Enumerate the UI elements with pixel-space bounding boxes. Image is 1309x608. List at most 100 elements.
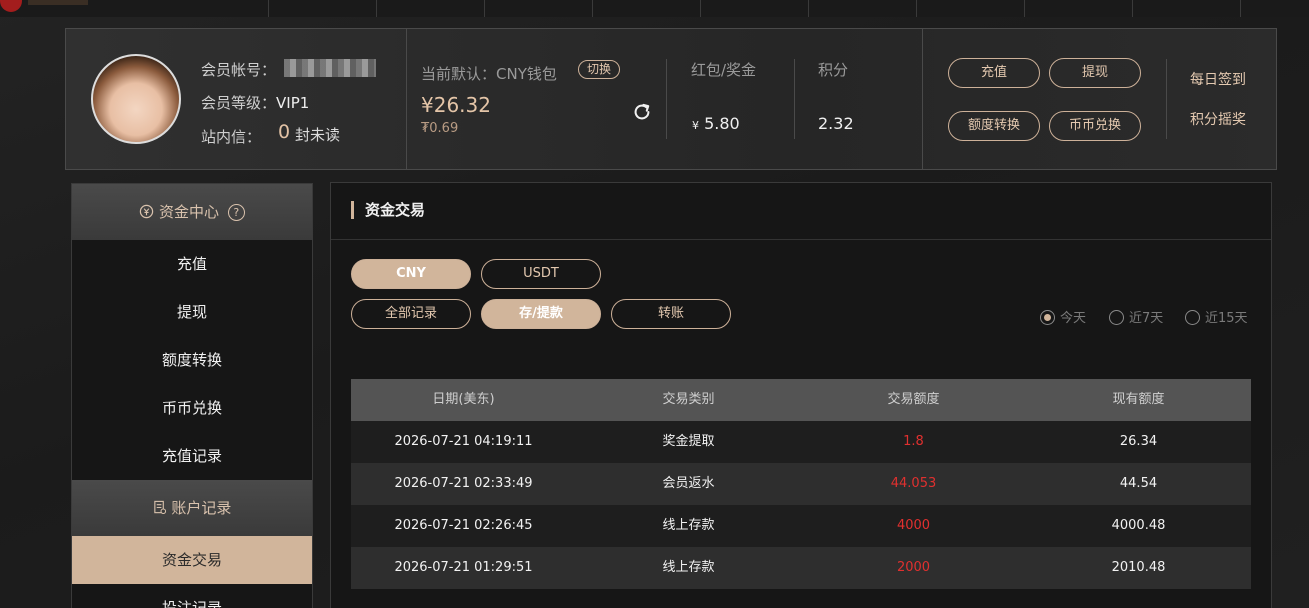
table-row: 2026-07-21 04:19:11 奖金提取 1.8 26.34 — [351, 421, 1251, 463]
cell-type: 奖金提取 — [662, 434, 715, 449]
divider — [922, 29, 923, 169]
range-today-label: 今天 — [1060, 311, 1087, 326]
cell-type: 线上存款 — [662, 560, 715, 575]
sidebar-item-bet-records[interactable]: 投注记录 — [72, 584, 312, 608]
account-id-masked — [284, 59, 376, 77]
avatar[interactable] — [91, 54, 181, 144]
member-level-label: 会员等级：VIP1 — [201, 92, 309, 113]
tab-cny[interactable]: CNY — [351, 259, 471, 289]
cell-amount: 1.8 — [903, 434, 924, 449]
sidebar-item-exchange[interactable]: 币币兑换 — [72, 384, 312, 432]
range-today-radio[interactable]: 今天 — [1040, 307, 1086, 326]
sidebar-section-records-label: 账户记录 — [171, 499, 232, 517]
divider — [666, 59, 667, 139]
cell-balance: 2010.48 — [1111, 560, 1166, 575]
sidebar-item-fund-transactions[interactable]: 资金交易 — [72, 536, 312, 584]
table-header: 日期(美东) 交易类别 交易额度 现有额度 — [351, 379, 1251, 421]
table-row: 2026-07-21 02:26:45 线上存款 4000 4000.48 — [351, 505, 1251, 547]
deposit-button[interactable]: 充值 — [948, 58, 1040, 88]
cell-date: 2026-07-21 02:26:45 — [394, 518, 533, 533]
main-panel: 资金交易 CNY USDT 全部记录 存/提款 转账 今天 近7天 近15天 日… — [330, 182, 1272, 608]
brand-logo-text — [28, 0, 88, 5]
divider — [1166, 59, 1167, 139]
nav-divider — [268, 0, 269, 17]
column-header-date: 日期(美东) — [432, 392, 495, 407]
exchange-button[interactable]: 币币兑换 — [1049, 111, 1141, 141]
coin-icon — [140, 204, 154, 219]
cell-type: 会员返水 — [662, 476, 715, 491]
cell-type: 线上存款 — [662, 518, 715, 533]
table-row: 2026-07-21 01:29:51 线上存款 2000 2010.48 — [351, 547, 1251, 589]
account-id-label: 会员帐号： — [201, 61, 277, 79]
wallet-balance: ¥26.32 — [421, 93, 491, 117]
sidebar-section-funds[interactable]: 资金中心 ? — [72, 184, 312, 240]
transfer-button[interactable]: 额度转换 — [948, 111, 1040, 141]
range-7days-radio[interactable]: 近7天 — [1109, 307, 1163, 326]
nav-divider — [376, 0, 377, 17]
points-title: 积分 — [818, 61, 849, 79]
member-level-key: 会员等级： — [201, 94, 277, 112]
sidebar-item-withdraw[interactable]: 提现 — [72, 288, 312, 336]
cell-date: 2026-07-21 02:33:49 — [394, 476, 533, 491]
cell-balance: 4000.48 — [1111, 518, 1166, 533]
divider — [331, 239, 1271, 240]
nav-divider — [484, 0, 485, 17]
cell-amount: 44.053 — [890, 476, 937, 491]
refresh-icon[interactable] — [631, 101, 653, 123]
table-row: 2026-07-21 02:33:49 会员返水 44.053 44.54 — [351, 463, 1251, 505]
range-15days-radio[interactable]: 近15天 — [1185, 307, 1248, 326]
cell-date: 2026-07-21 04:19:11 — [394, 434, 533, 449]
nav-divider — [592, 0, 593, 17]
column-header-amount: 交易额度 — [887, 392, 940, 407]
radio-icon — [1185, 310, 1200, 325]
daily-checkin-link[interactable]: 每日签到 — [1190, 69, 1246, 89]
nav-divider — [1024, 0, 1025, 17]
filter-transfer[interactable]: 转账 — [611, 299, 731, 329]
radio-selected-icon — [1040, 310, 1055, 325]
cell-date: 2026-07-21 01:29:51 — [394, 560, 533, 575]
bonus-value: ¥ 5.80 — [692, 114, 740, 133]
filter-all-records[interactable]: 全部记录 — [351, 299, 471, 329]
tab-usdt[interactable]: USDT — [481, 259, 601, 289]
points-value: 2.32 — [818, 114, 854, 133]
bonus-currency: ¥ — [692, 119, 699, 132]
withdraw-button[interactable]: 提现 — [1049, 58, 1141, 88]
sidebar-item-transfer[interactable]: 额度转换 — [72, 336, 312, 384]
nav-divider — [808, 0, 809, 17]
top-nav — [0, 0, 1309, 17]
wallet-usdt-balance: ₮0.69 — [421, 121, 459, 136]
cell-balance: 44.54 — [1119, 476, 1158, 491]
column-header-type: 交易类别 — [662, 392, 715, 407]
sidebar: 资金中心 ? 充值 提现 额度转换 币币兑换 充值记录 账户记录 资金交易 投注… — [71, 183, 313, 608]
nav-divider — [1240, 0, 1241, 17]
document-icon — [153, 500, 166, 515]
inbox-unread-count[interactable]: 0 — [278, 121, 290, 143]
nav-divider — [700, 0, 701, 17]
points-lottery-link[interactable]: 积分摇奖 — [1190, 109, 1246, 129]
range-15days-label: 近15天 — [1205, 311, 1248, 326]
cell-balance: 26.34 — [1119, 434, 1158, 449]
filter-deposit-withdraw[interactable]: 存/提款 — [481, 299, 601, 329]
page-title: 资金交易 — [351, 201, 425, 219]
help-icon[interactable]: ? — [227, 204, 245, 221]
range-7days-label: 近7天 — [1129, 311, 1164, 326]
sidebar-section-funds-label: 资金中心 — [158, 203, 219, 221]
cell-amount: 4000 — [896, 518, 931, 533]
brand-logo[interactable] — [0, 0, 22, 12]
nav-divider — [1132, 0, 1133, 17]
account-summary-card: 会员帐号： 会员等级：VIP1 站内信： 0 封未读 当前默认：CNY钱包 切换… — [65, 28, 1277, 170]
divider — [794, 59, 795, 139]
default-wallet-label: 当前默认：CNY钱包 — [421, 65, 557, 83]
sidebar-item-deposit[interactable]: 充值 — [72, 240, 312, 288]
cell-amount: 2000 — [896, 560, 931, 575]
sidebar-section-records[interactable]: 账户记录 — [72, 480, 312, 536]
sidebar-item-deposit-records[interactable]: 充值记录 — [72, 432, 312, 480]
bonus-amount: 5.80 — [704, 114, 740, 133]
inbox-unread-text[interactable]: 封未读 — [295, 124, 340, 145]
nav-divider — [916, 0, 917, 17]
column-header-balance: 现有额度 — [1112, 392, 1165, 407]
radio-icon — [1109, 310, 1124, 325]
bonus-title: 红包/奖金 — [691, 61, 757, 79]
switch-wallet-button[interactable]: 切换 — [578, 60, 620, 79]
inbox-label: 站内信： — [201, 128, 262, 146]
